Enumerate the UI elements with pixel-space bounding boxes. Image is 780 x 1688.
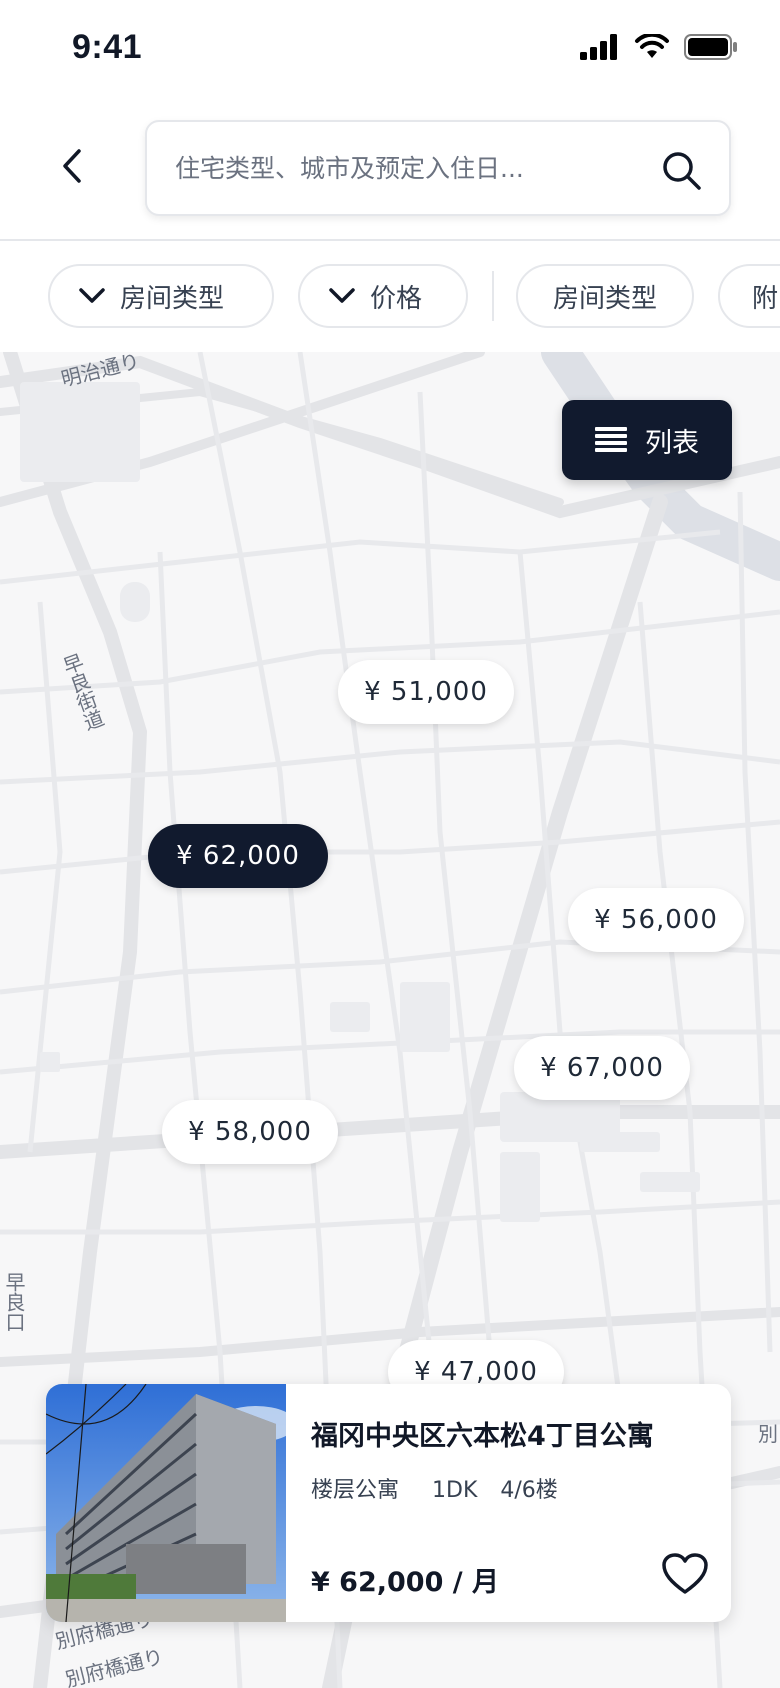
battery-icon <box>684 34 737 60</box>
price-pin-selected[interactable]: ¥ 62,000 <box>148 824 328 888</box>
filter-chip-label: 房间类型 <box>120 283 225 314</box>
filter-room-type-chip[interactable]: 房间类型 <box>516 264 694 328</box>
header <box>0 100 780 241</box>
filter-amenities-chip[interactable]: 附 <box>718 264 780 328</box>
cellular-signal-icon <box>580 34 617 60</box>
search-box[interactable] <box>145 120 731 216</box>
street-label: 早良口 <box>2 1272 26 1332</box>
search-icon[interactable] <box>659 148 703 192</box>
property-card[interactable]: 福冈中央区六本松4丁目公寓 楼层公寓 1DK 4/6楼 ¥ 62,000 / 月 <box>46 1384 731 1622</box>
price-pin[interactable]: ¥ 56,000 <box>568 888 744 952</box>
heart-icon[interactable] <box>661 1552 709 1596</box>
status-bar: 9:41 <box>0 0 780 100</box>
filter-chip-label: 附 <box>752 283 779 314</box>
property-meta: 楼层公寓 1DK 4/6楼 <box>311 1472 558 1504</box>
property-floor: 4/6楼 <box>500 1478 558 1503</box>
price-pin[interactable]: ¥ 51,000 <box>338 660 514 724</box>
property-photo <box>46 1384 286 1622</box>
chevron-down-icon <box>329 288 355 303</box>
filter-room-type-dropdown[interactable]: 房间类型 <box>48 264 274 328</box>
wifi-icon <box>635 34 669 58</box>
filter-price-dropdown[interactable]: 价格 <box>298 264 468 328</box>
property-price: ¥ 62,000 / 月 <box>311 1567 500 1598</box>
price-pin[interactable]: ¥ 67,000 <box>514 1036 690 1100</box>
price-pin[interactable]: ¥ 58,000 <box>162 1100 338 1164</box>
list-icon <box>595 427 627 452</box>
list-view-button[interactable]: 列表 <box>562 400 732 480</box>
chevron-left-icon <box>63 149 81 183</box>
property-layout: 1DK <box>432 1478 478 1503</box>
status-time: 9:41 <box>72 28 143 66</box>
filter-divider <box>492 271 494 321</box>
status-icons <box>580 34 738 60</box>
filter-chip-label: 房间类型 <box>552 283 657 314</box>
back-button[interactable] <box>50 138 94 194</box>
street-label: 別 <box>758 1422 778 1446</box>
list-view-label: 列表 <box>645 427 699 459</box>
filter-chip-label: 价格 <box>370 283 423 314</box>
filter-bar: 房间类型 价格 房间类型 附 <box>0 243 780 352</box>
property-type: 楼层公寓 <box>311 1478 400 1503</box>
search-input[interactable] <box>175 153 645 183</box>
property-title: 福冈中央区六本松4丁目公寓 <box>311 1421 654 1452</box>
chevron-down-icon <box>79 288 105 303</box>
